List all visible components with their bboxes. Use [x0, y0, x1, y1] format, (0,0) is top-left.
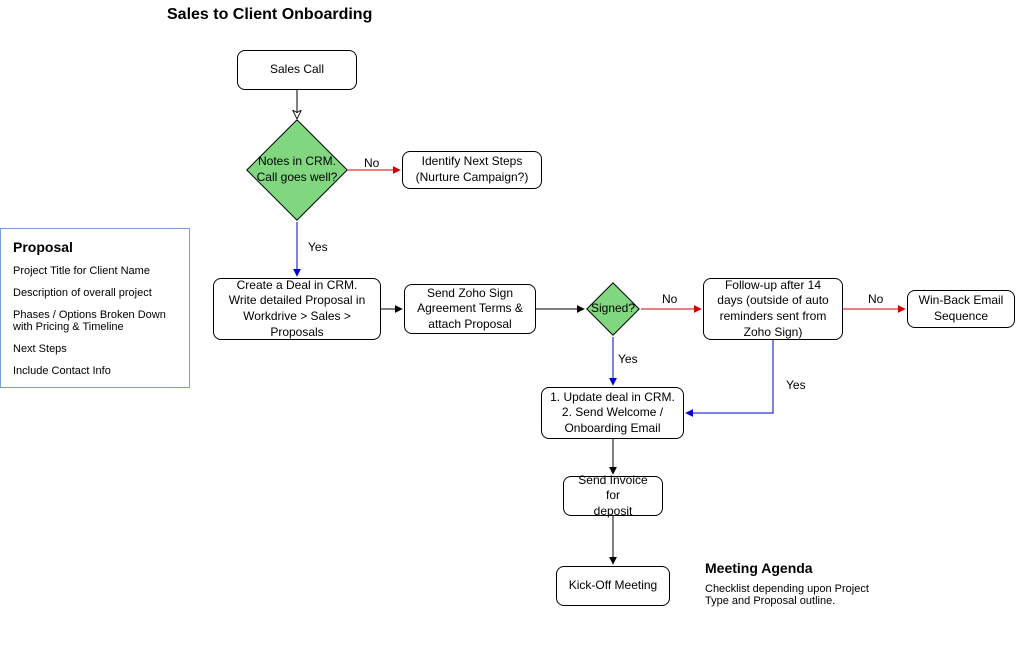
edge-label-yes: Yes	[306, 240, 330, 254]
edge-label-no: No	[362, 156, 381, 170]
decision-signed-label: Signed?	[587, 300, 639, 318]
proposal-note-item: Next Steps	[13, 343, 177, 355]
edge-label-no: No	[660, 292, 679, 306]
edge-label-yes: Yes	[616, 352, 640, 366]
meeting-agenda-body: Checklist depending upon Project Type an…	[705, 583, 895, 607]
edge-label-yes: Yes	[784, 378, 808, 392]
node-create-deal: Create a Deal in CRM.Write detailed Prop…	[213, 278, 381, 340]
proposal-note-item: Description of overall project	[13, 287, 177, 299]
node-send-zoho-sign: Send Zoho SignAgreement Terms &attach Pr…	[404, 284, 536, 334]
diagram-title: Sales to Client Onboarding	[167, 6, 372, 24]
meeting-agenda-title: Meeting Agenda	[705, 560, 895, 576]
node-followup: Follow-up after 14days (outside of autor…	[703, 278, 843, 340]
edge-label-no: No	[866, 292, 885, 306]
node-update-deal: 1. Update deal in CRM.2. Send Welcome /O…	[541, 387, 684, 439]
node-send-invoice: Send Invoice fordeposit	[563, 476, 663, 516]
node-kickoff: Kick-Off Meeting	[556, 566, 670, 606]
node-winback: Win-Back EmailSequence	[907, 290, 1015, 328]
proposal-note-title: Proposal	[13, 239, 177, 255]
proposal-note: Proposal Project Title for Client Name D…	[0, 228, 190, 388]
proposal-note-item: Include Contact Info	[13, 365, 177, 377]
decision-notes-crm-label: Notes in CRM.Call goes well?	[247, 140, 347, 200]
meeting-agenda-note: Meeting Agenda Checklist depending upon …	[705, 560, 895, 607]
proposal-note-item: Phases / Options Broken Down with Pricin…	[13, 309, 177, 333]
node-identify-next-steps: Identify Next Steps(Nurture Campaign?)	[402, 151, 542, 189]
proposal-note-item: Project Title for Client Name	[13, 265, 177, 277]
node-sales-call: Sales Call	[237, 50, 357, 90]
